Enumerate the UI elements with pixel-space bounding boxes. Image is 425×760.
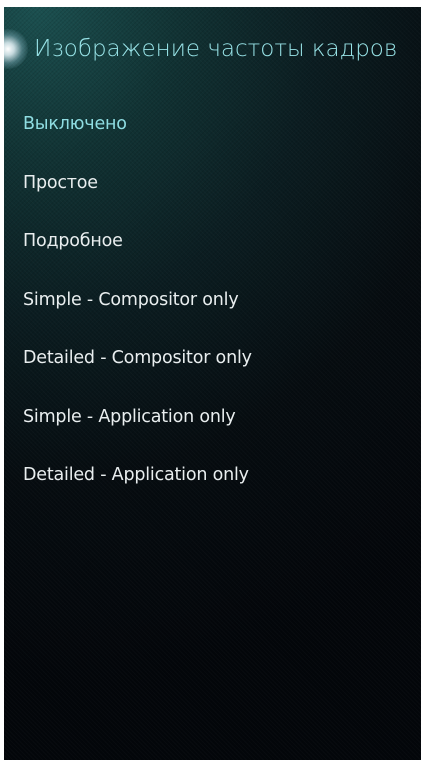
option-list: Выключено Простое Подробное Simple - Com… [4,95,421,505]
option-item-simple-compositor[interactable]: Simple - Compositor only [4,271,421,330]
option-item-detailed-application[interactable]: Detailed - Application only [4,446,421,505]
app-screen: Изображение частоты кадров Выключено Про… [4,7,421,760]
option-item-simple-application[interactable]: Simple - Application only [4,388,421,447]
pulley-menu-indicator [4,29,28,69]
option-item-detailed[interactable]: Подробное [4,212,421,271]
option-item-simple[interactable]: Простое [4,154,421,213]
option-item-off[interactable]: Выключено [4,95,421,154]
page-title: Изображение частоты кадров [34,36,398,62]
option-item-detailed-compositor[interactable]: Detailed - Compositor only [4,329,421,388]
